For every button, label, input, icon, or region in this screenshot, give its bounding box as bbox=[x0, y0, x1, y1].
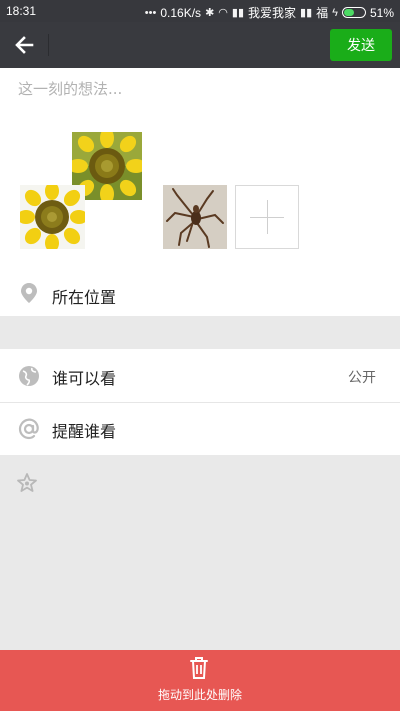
visibility-value: 公开 bbox=[348, 370, 376, 386]
location-row[interactable]: 所在位置 bbox=[0, 272, 400, 316]
fortune-char: 福 bbox=[316, 6, 329, 20]
add-photo-button[interactable] bbox=[235, 185, 299, 249]
charging-icon: ϟ bbox=[332, 6, 338, 19]
top-bar: 发送 bbox=[0, 22, 400, 68]
battery-icon bbox=[341, 7, 366, 18]
delete-hint: 拖动到此处删除 bbox=[157, 688, 242, 702]
globe-icon bbox=[19, 366, 39, 386]
status-bar: 18:31 ••• 0.16K/s ✱ ◠ ▮▮ 我爱我家 ▮▮ 福 ϟ 51% bbox=[0, 0, 400, 22]
delete-drop-zone[interactable]: 拖动到此处删除 bbox=[0, 650, 400, 711]
visibility-label: 谁可以看 bbox=[52, 369, 117, 388]
thought-input[interactable]: 这一刻的想法... bbox=[18, 78, 122, 99]
status-right-group: ••• 0.16K/s ✱ ◠ ▮▮ 我爱我家 ▮▮ 福 ϟ 51% bbox=[145, 4, 394, 21]
options-group: 谁可以看 公开 提醒谁看 bbox=[0, 349, 400, 455]
battery-fill bbox=[343, 9, 354, 16]
photo-thumbnail-spider[interactable] bbox=[163, 185, 227, 249]
net-speed: 0.16K/s bbox=[160, 5, 202, 20]
location-pin-icon bbox=[21, 283, 37, 303]
back-button[interactable] bbox=[10, 30, 40, 60]
photo-thumbnail-sunflower[interactable] bbox=[17, 182, 88, 252]
signal2-icon: ▮▮ bbox=[300, 7, 313, 19]
compose-area: 这一刻的想法... 所在位置 bbox=[0, 68, 400, 316]
status-time: 18:31 bbox=[6, 4, 37, 18]
trash-icon bbox=[190, 657, 208, 679]
spider-image bbox=[163, 185, 227, 249]
location-label: 所在位置 bbox=[52, 288, 117, 307]
visibility-row[interactable]: 谁可以看 公开 bbox=[0, 349, 400, 402]
carrier-name: 我爱我家 bbox=[248, 6, 297, 20]
battery-percent: 51% bbox=[369, 5, 394, 20]
back-arrow-icon bbox=[15, 36, 34, 54]
remind-row[interactable]: 提醒谁看 bbox=[0, 402, 400, 455]
bluetooth-icon: ✱ bbox=[205, 7, 215, 19]
at-sign-icon bbox=[18, 418, 39, 440]
signal-icon: ▮▮ bbox=[231, 7, 244, 19]
more-dots-icon: ••• bbox=[144, 6, 157, 19]
remind-label: 提醒谁看 bbox=[52, 422, 117, 441]
header-divider bbox=[48, 34, 49, 56]
send-button[interactable]: 发送 bbox=[330, 29, 392, 61]
star-icon[interactable] bbox=[16, 472, 38, 494]
wifi-icon: ◠ bbox=[218, 7, 228, 19]
sunflower-image bbox=[17, 182, 88, 252]
